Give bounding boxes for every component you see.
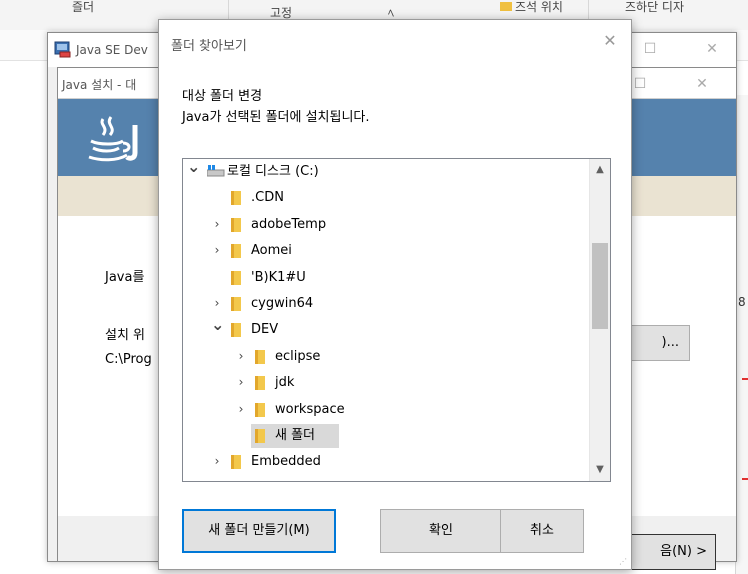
chevron-right-icon[interactable]: ›: [211, 295, 223, 311]
window-title: Java 설치 - 대: [62, 78, 137, 92]
folder-icon: [500, 2, 512, 11]
tree-folder-item[interactable]: .CDN: [183, 186, 583, 210]
chevron-right-icon[interactable]: ›: [235, 401, 247, 417]
folder-icon: [255, 376, 265, 391]
install-path-text: C:\Prog: [105, 352, 152, 367]
bg-fragment: 즈하단 디자: [625, 0, 685, 14]
tree-item-label: eclipse: [275, 348, 321, 364]
close-icon[interactable]: ✕: [702, 39, 722, 59]
new-folder-button[interactable]: 새 폴더 만들기(M): [182, 509, 336, 553]
maximize-icon[interactable]: ☐: [630, 74, 650, 94]
tree-folder-item[interactable]: › Aomei: [183, 239, 583, 263]
dialog-title: 폴더 찾아보기: [171, 39, 247, 54]
tree-item-label: adobeTemp: [251, 216, 327, 232]
tree-folder-item[interactable]: › jdk: [183, 371, 583, 395]
chevron-right-icon[interactable]: ›: [211, 242, 223, 258]
tree-drive-item[interactable]: ⌄ 로컬 디스크 (C:): [183, 159, 583, 184]
scroll-down-icon[interactable]: ▼: [590, 461, 610, 479]
cancel-button[interactable]: 취소: [500, 509, 584, 553]
folder-tree[interactable]: ⌄ 로컬 디스크 (C:) .CDN › adobeTemp › Aomei 'B)K1#U ›…: [182, 158, 611, 482]
folder-icon: [231, 270, 241, 285]
tree-item-label: jdk: [275, 375, 295, 391]
folder-icon: [255, 402, 265, 417]
tree-folder-item[interactable]: ⌄ DEV: [183, 317, 583, 342]
dialog-instructions: 대상 폴더 변경 Java가 선택된 폴더에 설치됩니다.: [182, 86, 370, 128]
installer-icon: [54, 41, 71, 58]
window-title: Java SE Dev: [76, 43, 148, 57]
vertical-scrollbar[interactable]: ▲ ▼: [589, 159, 610, 481]
instruction-text: Java가 선택된 폴더에 설치됩니다.: [182, 110, 370, 125]
tree-folder-item[interactable]: › Embedded: [183, 450, 583, 474]
chevron-right-icon[interactable]: ›: [211, 216, 223, 232]
folder-icon: [231, 323, 241, 338]
chevron-down-icon[interactable]: ⌄: [187, 159, 200, 175]
installer-label: 설치 위: [105, 328, 146, 343]
tree-item-label: Embedded: [251, 454, 321, 470]
folder-icon: [255, 429, 265, 443]
tree-folder-item[interactable]: › workspace: [183, 398, 583, 422]
button-label: )...: [661, 335, 679, 350]
scroll-up-icon[interactable]: ▲: [590, 161, 610, 179]
tree-folder-item[interactable]: 'B)K1#U: [183, 266, 583, 290]
marker: [742, 478, 748, 480]
tree-item-label: 로컬 디스크 (C:): [227, 164, 319, 179]
tree-item-label: workspace: [275, 401, 345, 417]
bg-fragment: 즈석 위치: [515, 0, 563, 14]
tree-item-label: 새 폴더: [275, 428, 316, 443]
tree-folder-item[interactable]: › adobeTemp: [183, 213, 583, 237]
resize-grip-icon[interactable]: ⋰: [619, 557, 629, 567]
bg-fragment: 8: [738, 295, 746, 309]
tree-folder-item[interactable]: › eclipse: [183, 345, 583, 369]
change-folder-button[interactable]: )...: [628, 325, 690, 361]
instruction-heading: 대상 폴더 변경: [182, 89, 263, 104]
folder-icon: [231, 191, 241, 206]
bg-fragment: 즐더: [72, 0, 95, 14]
maximize-icon[interactable]: ☐: [640, 39, 660, 59]
chevron-down-icon[interactable]: ⌄: [211, 317, 224, 333]
folder-icon: [231, 297, 241, 311]
chevron-right-icon[interactable]: ›: [211, 453, 223, 469]
close-icon[interactable]: ✕: [599, 30, 621, 52]
close-icon[interactable]: ✕: [692, 74, 712, 94]
folder-icon: [231, 455, 241, 470]
tree-folder-item[interactable]: 새 폴더: [183, 424, 583, 448]
browse-folder-dialog: 폴더 찾아보기 ✕ 대상 폴더 변경 Java가 선택된 폴더에 설치됩니다. …: [158, 19, 632, 570]
folder-tree-rows: ⌄ 로컬 디스크 (C:) .CDN › adobeTemp › Aomei 'B)K1#U ›…: [183, 159, 583, 481]
installer-label: Java를: [105, 270, 145, 285]
tree-item-label: cygwin64: [251, 296, 314, 311]
chevron-right-icon[interactable]: ›: [235, 374, 247, 390]
folder-icon: [231, 217, 241, 232]
marker: [742, 378, 748, 380]
chevron-right-icon[interactable]: ›: [235, 348, 247, 364]
tree-item-label: DEV: [251, 322, 279, 338]
folder-icon: [255, 349, 265, 364]
java-logo-icon: [88, 116, 138, 162]
drive-icon: [207, 165, 225, 177]
tree-item-label: Aomei: [251, 243, 292, 259]
tree-item-label: 'B)K1#U: [251, 269, 306, 285]
button-label: 음(N) >: [660, 544, 707, 559]
tree-item-label: .CDN: [251, 190, 284, 206]
next-button[interactable]: 음(N) >: [618, 534, 716, 570]
scrollbar-thumb[interactable]: [592, 243, 608, 329]
ok-button[interactable]: 확인: [380, 509, 502, 553]
tree-folder-item[interactable]: › cygwin64: [183, 292, 583, 316]
folder-icon: [231, 244, 241, 259]
